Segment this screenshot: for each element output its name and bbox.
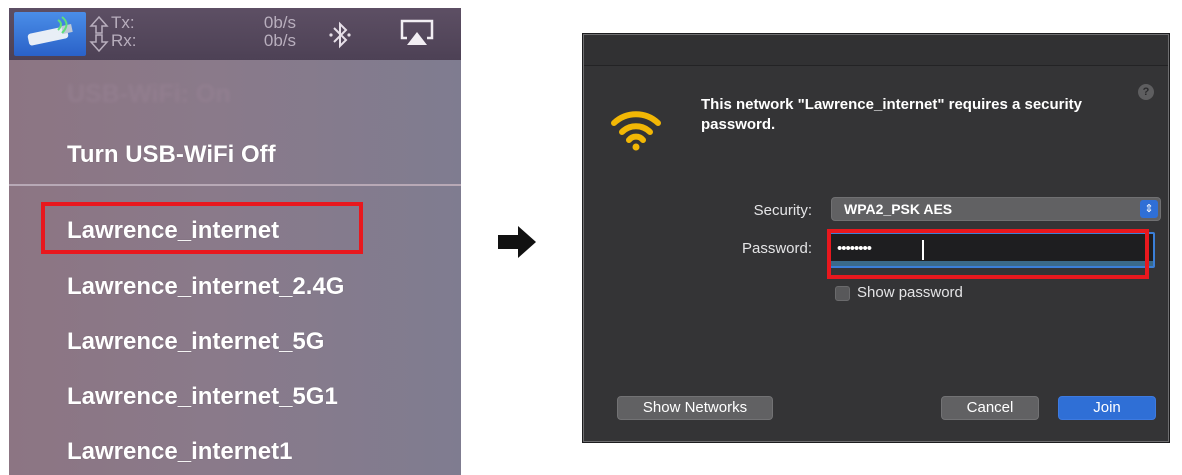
security-value: WPA2_PSK AES <box>844 201 953 217</box>
password-input[interactable]: •••••••• <box>829 232 1155 268</box>
network-item[interactable]: Lawrence_internet <box>67 217 279 245</box>
show-networks-button[interactable]: Show Networks <box>617 396 773 420</box>
password-field-underline <box>831 261 1153 266</box>
network-item[interactable]: Lawrence_internet_5G <box>67 328 324 356</box>
blurred-header: USB-WiFi: On <box>67 80 231 108</box>
security-select[interactable]: WPA2_PSK AES ⇕ <box>831 197 1161 221</box>
join-button[interactable]: Join <box>1058 396 1156 420</box>
menu-bar: Tx: Rx: 0b/s 0b/s <box>9 8 461 60</box>
wifi-icon <box>611 111 661 151</box>
airplay-icon[interactable] <box>399 18 435 48</box>
network-item[interactable]: Lawrence_internet1 <box>67 438 292 466</box>
chevron-updown-icon: ⇕ <box>1140 200 1158 218</box>
show-password-checkbox[interactable] <box>835 286 850 301</box>
network-item[interactable]: Lawrence_internet_5G1 <box>67 383 338 411</box>
password-label: Password: <box>741 240 812 257</box>
turn-usb-wifi-off-item[interactable]: Turn USB-WiFi Off <box>67 141 276 169</box>
help-button[interactable]: ? <box>1138 84 1154 100</box>
rx-label: Rx: <box>111 31 137 50</box>
usb-wifi-dropdown: USB-WiFi: On Turn USB-WiFi Off Lawrence_… <box>9 60 461 475</box>
cancel-button[interactable]: Cancel <box>941 396 1039 420</box>
bluetooth-icon[interactable] <box>327 20 353 50</box>
rx-rate: 0b/s <box>263 31 296 50</box>
usb-wifi-menu-panel: Tx: Rx: 0b/s 0b/s USB-WiFi: On Turn USB-… <box>9 8 461 475</box>
usb-wifi-icon[interactable] <box>14 12 86 56</box>
text-caret <box>922 240 924 260</box>
tx-rate: 0b/s <box>263 13 296 32</box>
arrow-right-icon <box>498 226 536 258</box>
password-value: •••••••• <box>837 240 872 257</box>
show-password-label[interactable]: Show password <box>857 284 963 301</box>
dialog-message: This network "Lawrence_internet" require… <box>701 96 1083 133</box>
wifi-password-dialog: ? This network "Lawrence_internet" requi… <box>583 34 1169 442</box>
tx-label: Tx: <box>111 13 135 32</box>
menu-separator <box>9 184 461 186</box>
security-label: Security: <box>753 202 812 219</box>
dialog-titlebar <box>584 35 1168 66</box>
network-item[interactable]: Lawrence_internet_2.4G <box>67 273 344 301</box>
tx-rx-arrows-icon <box>89 15 109 53</box>
